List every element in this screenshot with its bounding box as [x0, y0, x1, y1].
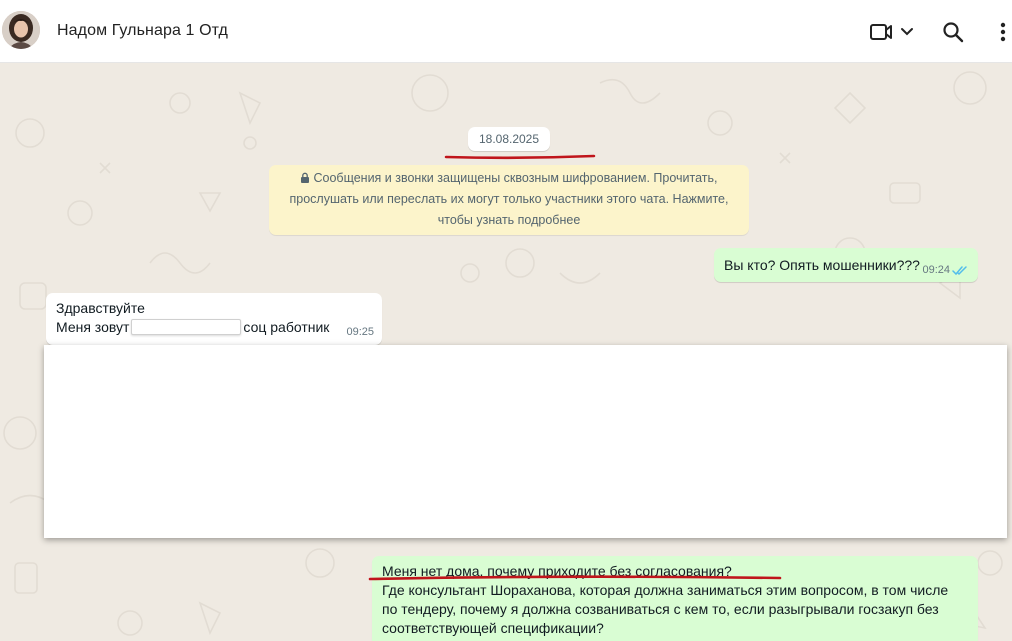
more-vert-icon [1000, 22, 1006, 42]
date-chip: 18.08.2025 [468, 127, 550, 151]
message-line-2: Меня зовут соц работник [56, 318, 372, 337]
message-text: Вы кто? Опять мошенники??? [724, 257, 920, 273]
outgoing-message-long[interactable]: Меня нет дома, почему приходите без согл… [372, 556, 978, 641]
search-button[interactable] [941, 18, 965, 46]
chat-header: Надом Гульнара 1 Отд [0, 0, 1012, 63]
message-line-1: Здравствуйте [56, 300, 145, 316]
menu-button[interactable] [996, 18, 1010, 46]
message-line-2-suffix: соц работник [243, 319, 330, 335]
encryption-line-2: прослушать или переслать их могут только… [289, 192, 729, 206]
search-icon [943, 22, 964, 43]
encryption-notice[interactable]: Сообщения и звонки защищены сквозным шиф… [269, 165, 749, 235]
lock-icon [301, 172, 310, 183]
incoming-message[interactable]: Здравствуйте Меня зовут соц работник 09:2… [46, 293, 382, 345]
message-line-3: по тендеру, почему я должна созваниватьс… [382, 601, 939, 617]
message-line-2-prefix: Меня зовут [56, 319, 130, 335]
message-time: 09:24 [922, 264, 950, 276]
contact-name[interactable]: Надом Гульнара 1 Отд [57, 22, 228, 40]
red-underline-message [368, 575, 782, 581]
video-call-icon [870, 24, 913, 40]
double-check-icon [952, 266, 967, 276]
red-underline-date [444, 154, 596, 160]
encryption-text-1: Сообщения и звонки защищены сквозным шиф… [313, 171, 718, 185]
contact-avatar[interactable] [2, 11, 40, 49]
encryption-line-3: чтобы узнать подробнее [437, 213, 581, 227]
message-line-4: соответствующей спецификации? [382, 620, 604, 636]
encryption-line-1: Сообщения и звонки защищены сквозным шиф… [283, 168, 735, 189]
avatar-photo-icon [2, 11, 40, 49]
message-line-2: Где консультант Шораханова, которая долж… [382, 582, 949, 598]
outgoing-message[interactable]: Вы кто? Опять мошенники??? 09:24 [714, 248, 978, 282]
redaction-overlay [44, 345, 1007, 538]
redacted-name [131, 319, 242, 335]
chat-area[interactable]: 18.08.2025 Сообщения и звонки защищены с… [0, 63, 1012, 641]
video-call-button[interactable] [869, 18, 917, 46]
message-time: 09:25 [346, 326, 374, 338]
